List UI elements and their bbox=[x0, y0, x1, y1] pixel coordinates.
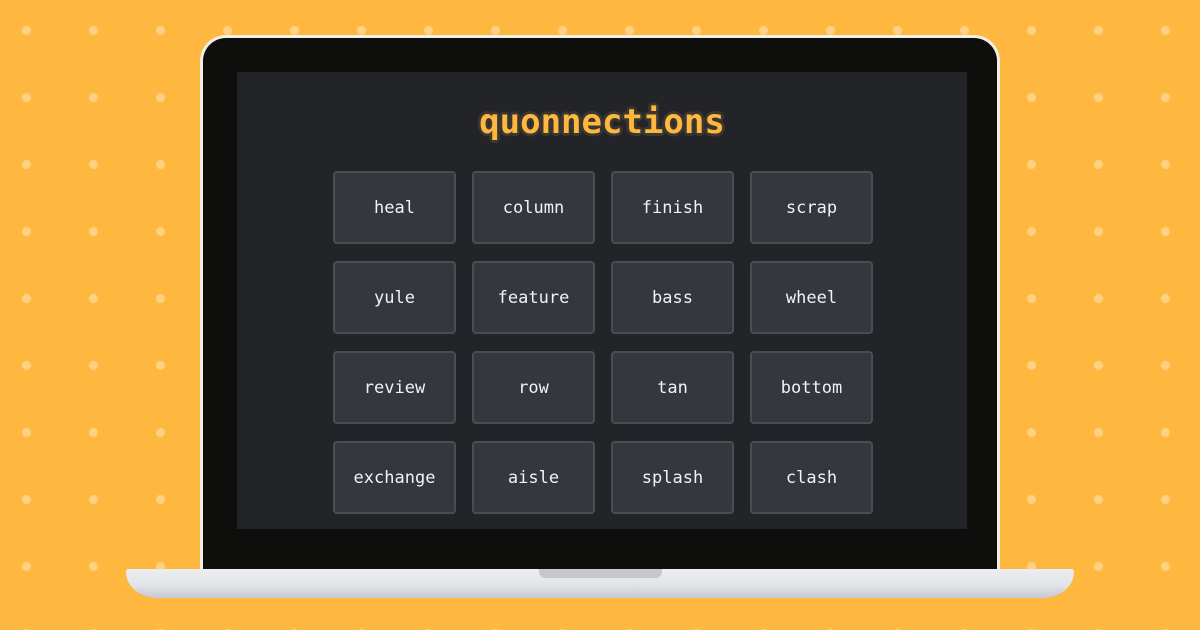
word-tile[interactable]: aisle bbox=[472, 441, 595, 514]
word-tile[interactable]: scrap bbox=[750, 171, 873, 244]
word-tile[interactable]: feature bbox=[472, 261, 595, 334]
word-tile[interactable]: yule bbox=[333, 261, 456, 334]
word-tile[interactable]: bass bbox=[611, 261, 734, 334]
app-title: quonnections bbox=[479, 102, 725, 142]
word-tile[interactable]: exchange bbox=[333, 441, 456, 514]
word-tile[interactable]: finish bbox=[611, 171, 734, 244]
word-grid: heal column finish scrap yule feature ba… bbox=[333, 171, 873, 514]
word-tile[interactable]: clash bbox=[750, 441, 873, 514]
laptop-illustration: quonnections heal column finish scrap yu… bbox=[0, 0, 1200, 630]
laptop-bezel bbox=[203, 538, 997, 562]
laptop-notch bbox=[539, 569, 662, 578]
word-tile[interactable]: splash bbox=[611, 441, 734, 514]
word-tile[interactable]: review bbox=[333, 351, 456, 424]
word-tile[interactable]: column bbox=[472, 171, 595, 244]
word-tile[interactable]: tan bbox=[611, 351, 734, 424]
word-tile[interactable]: heal bbox=[333, 171, 456, 244]
word-tile[interactable]: wheel bbox=[750, 261, 873, 334]
word-tile[interactable]: bottom bbox=[750, 351, 873, 424]
word-tile[interactable]: row bbox=[472, 351, 595, 424]
